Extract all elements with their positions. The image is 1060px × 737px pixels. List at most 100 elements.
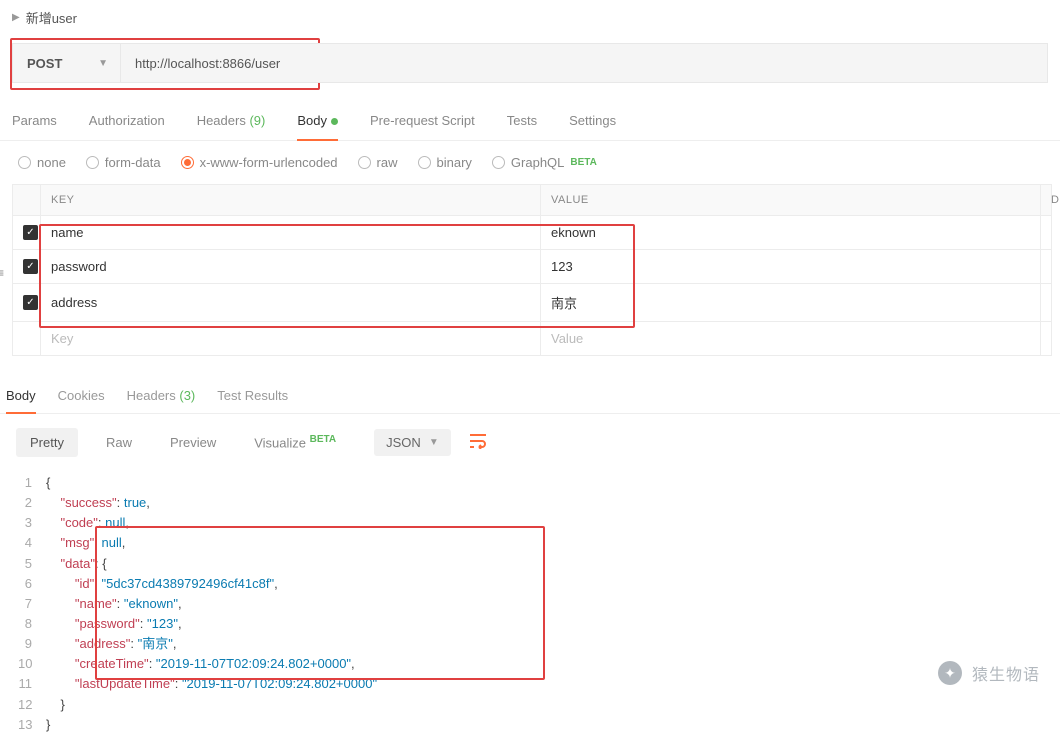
code-line: 5 "data": { — [18, 554, 1042, 574]
tab-settings[interactable]: Settings — [569, 103, 616, 140]
radio-binary[interactable]: binary — [418, 155, 472, 170]
code-content: "password": "123", — [46, 614, 182, 634]
cell-key[interactable]: password — [41, 250, 541, 284]
placeholder-value[interactable]: Value — [541, 322, 1041, 356]
code-line: 7 "name": "eknown", — [18, 594, 1042, 614]
cell-value[interactable]: 南京 — [541, 284, 1041, 322]
request-tabs: Params Authorization Headers (9) Body Pr… — [0, 103, 1060, 141]
code-content: "id": "5dc37cd4389792496cf41c8f", — [46, 574, 278, 594]
line-number: 3 — [18, 513, 46, 533]
resp-tab-body[interactable]: Body — [6, 388, 36, 413]
code-line: 12 } — [18, 695, 1042, 715]
line-number: 5 — [18, 554, 46, 574]
method-select[interactable]: POST ▼ — [13, 44, 121, 82]
tab-tests[interactable]: Tests — [507, 103, 537, 140]
radio-icon — [181, 156, 194, 169]
tab-headers[interactable]: Headers (9) — [197, 103, 266, 140]
radio-raw[interactable]: raw — [358, 155, 398, 170]
code-line: 4 "msg": null, — [18, 533, 1042, 553]
response-tabs: Body Cookies Headers (3) Test Results — [0, 356, 1060, 414]
cell-key[interactable]: name — [41, 216, 541, 250]
radio-icon — [358, 156, 371, 169]
code-content: "lastUpdateTime": "2019-11-07T02:09:24.8… — [46, 674, 377, 694]
watermark-text: 猿生物语 — [972, 661, 1040, 685]
checkbox-icon[interactable]: ✓ — [23, 225, 38, 240]
code-line: 2 "success": true, — [18, 493, 1042, 513]
method-label: POST — [27, 56, 62, 71]
format-pretty[interactable]: Pretty — [16, 428, 78, 457]
code-line: 9 "address": "南京", — [18, 634, 1042, 654]
checkbox-icon[interactable]: ✓ — [23, 259, 38, 274]
drag-handle-icon[interactable]: ≡ — [0, 266, 4, 280]
code-content: { — [46, 473, 50, 493]
code-content: "msg": null, — [46, 533, 125, 553]
wrap-lines-icon[interactable] — [469, 433, 487, 452]
cell-value[interactable]: 123 — [541, 250, 1041, 284]
table-row[interactable]: ✓nameeknown — [13, 216, 1052, 250]
line-number: 9 — [18, 634, 46, 654]
table-row[interactable]: ✓password123 — [13, 250, 1052, 284]
caret-right-icon: ▶ — [12, 12, 20, 23]
radio-icon — [18, 156, 31, 169]
code-content: "address": "南京", — [46, 634, 176, 654]
header-key: KEY — [41, 185, 541, 216]
tab-prereq[interactable]: Pre-request Script — [370, 103, 475, 140]
chevron-down-icon: ▼ — [98, 58, 108, 69]
resp-tab-testresults[interactable]: Test Results — [217, 388, 288, 413]
line-number: 8 — [18, 614, 46, 634]
code-content: "data": { — [46, 554, 107, 574]
url-row: POST ▼ — [12, 43, 1048, 83]
tab-body[interactable]: Body — [297, 103, 338, 140]
tab-params[interactable]: Params — [12, 103, 57, 140]
placeholder-key[interactable]: Key — [41, 322, 541, 356]
wechat-icon: ✦ — [938, 661, 962, 685]
dot-icon — [331, 118, 338, 125]
response-body-code[interactable]: 1{2 "success": true,3 "code": null,4 "ms… — [0, 471, 1060, 737]
body-type-row: none form-data x-www-form-urlencoded raw… — [0, 141, 1060, 180]
request-name: 新增user — [26, 8, 77, 27]
resp-tab-headers[interactable]: Headers (3) — [127, 388, 196, 413]
watermark: ✦ 猿生物语 — [938, 661, 1040, 685]
table-row[interactable]: ✓address南京 — [13, 284, 1052, 322]
radio-urlencoded[interactable]: x-www-form-urlencoded — [181, 155, 338, 170]
table-header-row: KEY VALUE D — [13, 185, 1052, 216]
line-number: 10 — [18, 654, 46, 674]
line-number: 13 — [18, 715, 46, 735]
code-content: "code": null, — [46, 513, 129, 533]
radio-formdata[interactable]: form-data — [86, 155, 161, 170]
response-format-row: Pretty Raw Preview Visualize BETA JSON▼ — [0, 414, 1060, 471]
line-number: 6 — [18, 574, 46, 594]
cell-key[interactable]: address — [41, 284, 541, 322]
resp-tab-cookies[interactable]: Cookies — [58, 388, 105, 413]
code-content: "name": "eknown", — [46, 594, 182, 614]
format-visualize[interactable]: Visualize BETA — [244, 428, 346, 456]
radio-icon — [492, 156, 505, 169]
radio-icon — [86, 156, 99, 169]
code-line: 6 "id": "5dc37cd4389792496cf41c8f", — [18, 574, 1042, 594]
form-data-table: KEY VALUE D ✓nameeknown✓password123✓addr… — [12, 184, 1052, 356]
table-row-placeholder[interactable]: KeyValue — [13, 322, 1052, 356]
format-json-select[interactable]: JSON▼ — [374, 429, 451, 456]
line-number: 1 — [18, 473, 46, 493]
line-number: 11 — [18, 674, 46, 694]
code-line: 11 "lastUpdateTime": "2019-11-07T02:09:2… — [18, 674, 1042, 694]
format-raw[interactable]: Raw — [96, 429, 142, 456]
radio-graphql[interactable]: GraphQL BETA — [492, 155, 597, 170]
tab-authorization[interactable]: Authorization — [89, 103, 165, 140]
line-number: 4 — [18, 533, 46, 553]
code-content: "createTime": "2019-11-07T02:09:24.802+0… — [46, 654, 355, 674]
code-content: "success": true, — [46, 493, 150, 513]
radio-none[interactable]: none — [18, 155, 66, 170]
code-line: 3 "code": null, — [18, 513, 1042, 533]
line-number: 7 — [18, 594, 46, 614]
format-preview[interactable]: Preview — [160, 429, 226, 456]
chevron-down-icon: ▼ — [429, 437, 439, 448]
code-line: 1{ — [18, 473, 1042, 493]
code-content: } — [46, 695, 65, 715]
request-name-row[interactable]: ▶ 新增user — [0, 0, 1060, 35]
cell-value[interactable]: eknown — [541, 216, 1041, 250]
url-input[interactable] — [121, 44, 1047, 82]
header-value: VALUE — [541, 185, 1041, 216]
code-content: } — [46, 715, 50, 735]
checkbox-icon[interactable]: ✓ — [23, 295, 38, 310]
